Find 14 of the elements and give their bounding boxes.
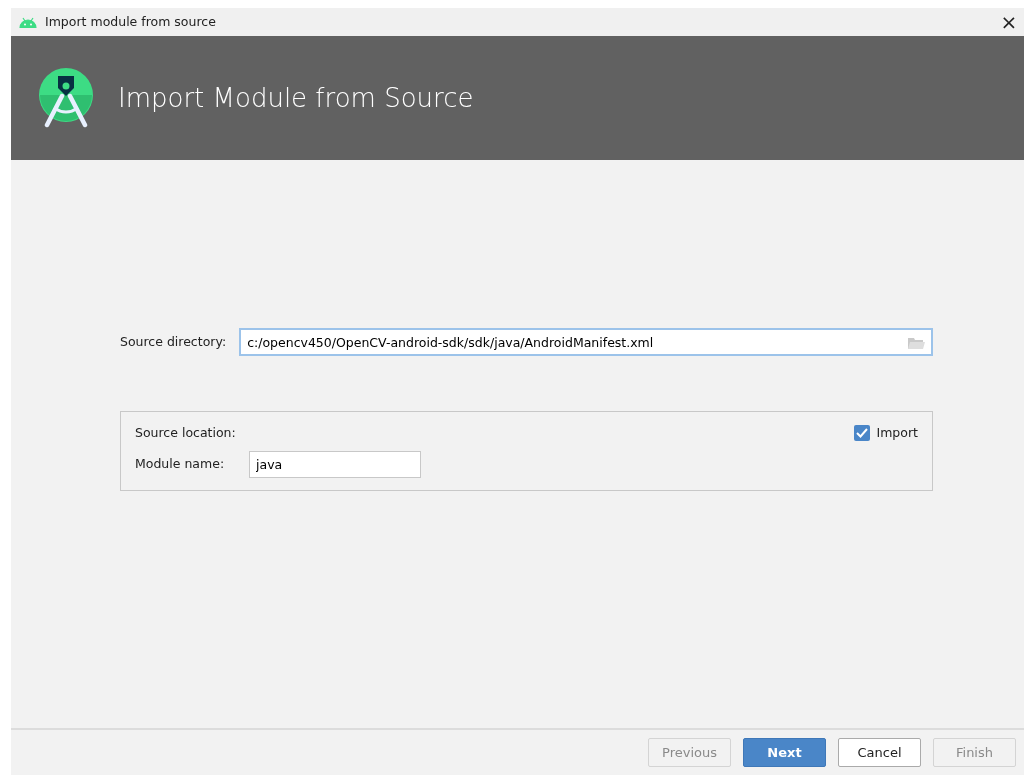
section-label: Source location: bbox=[135, 424, 236, 442]
checkbox-label[interactable]: Import bbox=[876, 424, 918, 443]
close-button[interactable]: × bbox=[994, 12, 1024, 32]
wizard-button[interactable]: Cancel bbox=[838, 738, 921, 767]
android-studio-logo-icon bbox=[38, 68, 94, 128]
field-label: Module name: bbox=[135, 454, 225, 473]
wizard-title: Import Module from Source bbox=[118, 81, 474, 115]
window-title: Import module from source bbox=[45, 12, 216, 31]
checkbox[interactable] bbox=[853, 425, 870, 442]
android-icon bbox=[19, 16, 37, 28]
module-name-field[interactable]: java bbox=[249, 450, 422, 478]
primary-wizard-button[interactable]: Next bbox=[743, 738, 826, 767]
source-directory-field[interactable]: c:/opencv450/OpenCV-android-sdk/sdk/java/AndroidManifest.xml bbox=[239, 328, 933, 356]
field-label: Source directory: bbox=[120, 332, 227, 351]
